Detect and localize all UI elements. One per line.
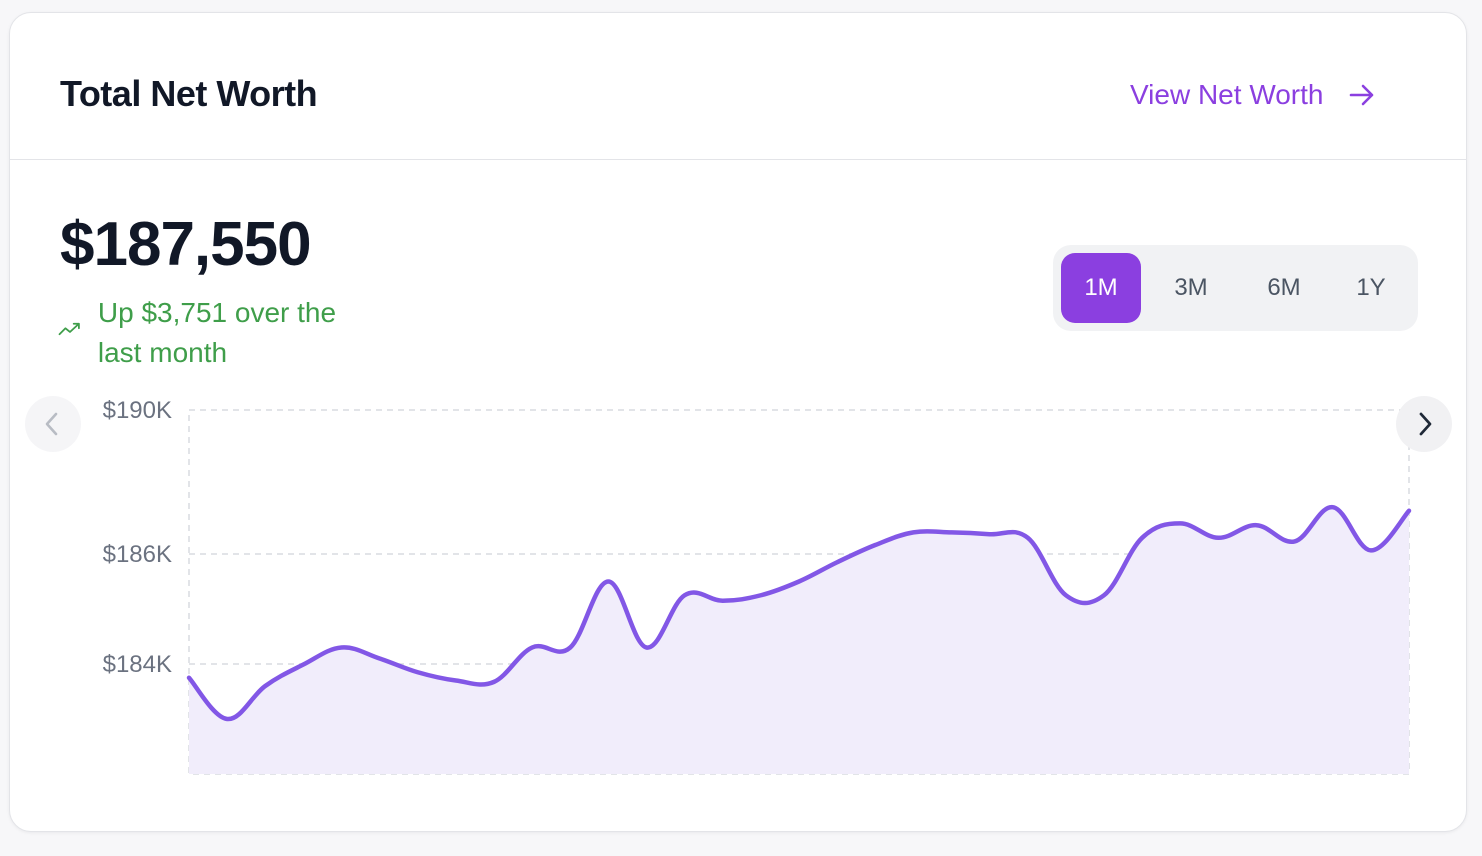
chevron-right-icon: [1419, 412, 1432, 436]
net-worth-chart: $190K $186K $184K: [103, 397, 1412, 775]
chevron-left-icon: [45, 412, 58, 436]
chart-prev-button[interactable]: [25, 396, 81, 452]
chart-next-button[interactable]: [1396, 396, 1452, 452]
y-tick-label: $186K: [103, 541, 172, 568]
series-area: [189, 507, 1409, 774]
net-worth-card: Total Net Worth View Net Worth $187,550 …: [9, 12, 1467, 832]
y-tick-label: $190K: [103, 397, 172, 424]
y-tick-label: $184K: [103, 651, 172, 678]
